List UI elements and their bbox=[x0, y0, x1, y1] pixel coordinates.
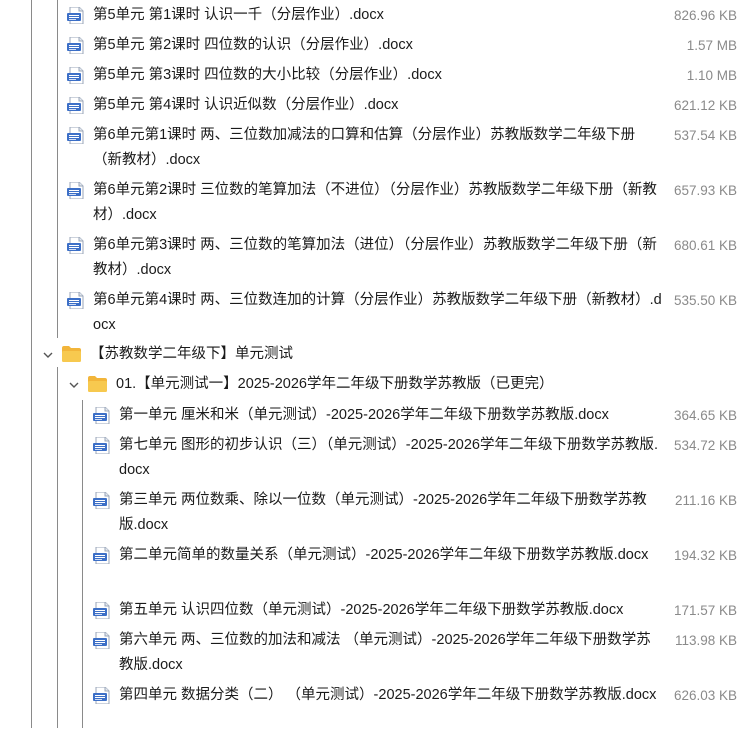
folder-row-unit-tests[interactable]: 【苏教数学二年级下】单元测试 bbox=[0, 342, 745, 368]
file-row[interactable]: 第四单元 数据分类（二） （单元测试）-2025-2026学年二年级下册数学苏教… bbox=[0, 683, 745, 733]
docx-file-icon bbox=[67, 36, 85, 55]
file-size: 1.10 MB bbox=[686, 68, 737, 83]
file-name: 第5单元 第4课时 认识近似数（分层作业）.docx bbox=[93, 97, 399, 113]
docx-file-icon bbox=[93, 546, 111, 565]
file-row[interactable]: 第5单元 第1课时 认识一千（分层作业）.docx 826.96 KB bbox=[0, 3, 745, 28]
file-row[interactable]: 第6单元第2课时 三位数的笔算加法（不进位）（分层作业）苏教版数学二年级下册（新… bbox=[0, 178, 745, 228]
file-name: 第5单元 第1课时 认识一千（分层作业）.docx bbox=[93, 7, 384, 23]
file-name: 第三单元 两位数乘、除以一位数（单元测试）-2025-2026学年二年级下册数学… bbox=[119, 492, 647, 533]
file-name: 第6单元第4课时 两、三位数连加的计算（分层作业）苏教版数学二年级下册（新教材）… bbox=[93, 292, 662, 333]
folder-row-unit-test-one[interactable]: 01.【单元测试一】2025-2026学年二年级下册数学苏教版（已更完） bbox=[0, 372, 745, 398]
docx-file-icon bbox=[93, 631, 111, 650]
file-row[interactable]: 第六单元 两、三位数的加法和减法 （单元测试）-2025-2026学年二年级下册… bbox=[0, 628, 745, 678]
docx-file-icon bbox=[67, 126, 85, 145]
file-row[interactable]: 第五单元 认识四位数（单元测试）-2025-2026学年二年级下册数学苏教版.d… bbox=[0, 598, 745, 623]
file-size: 113.98 KB bbox=[674, 633, 737, 648]
file-row[interactable]: 第6单元第1课时 两、三位数加减法的口算和估算（分层作业）苏教版数学二年级下册（… bbox=[0, 123, 745, 173]
file-size: 364.65 KB bbox=[673, 408, 737, 423]
docx-file-icon bbox=[67, 291, 85, 310]
docx-file-icon bbox=[67, 181, 85, 200]
file-size: 626.03 KB bbox=[673, 688, 737, 703]
docx-file-icon bbox=[67, 96, 85, 115]
folder-label: 01.【单元测试一】2025-2026学年二年级下册数学苏教版（已更完） bbox=[116, 376, 554, 392]
file-row[interactable]: 第6单元第4课时 两、三位数连加的计算（分层作业）苏教版数学二年级下册（新教材）… bbox=[0, 288, 745, 338]
docx-file-icon bbox=[67, 236, 85, 255]
file-row[interactable]: 第七单元 图形的初步认识（三）（单元测试）-2025-2026学年二年级下册数学… bbox=[0, 433, 745, 483]
file-name: 第6单元第3课时 两、三位数的笔算加法（进位）（分层作业）苏教版数学二年级下册（… bbox=[93, 237, 657, 278]
file-size: 537.54 KB bbox=[673, 128, 737, 143]
folder-icon bbox=[88, 376, 107, 392]
file-size: 657.93 KB bbox=[673, 183, 737, 198]
file-name: 第五单元 认识四位数（单元测试）-2025-2026学年二年级下册数学苏教版.d… bbox=[119, 602, 624, 618]
file-size: 211.16 KB bbox=[674, 493, 737, 508]
file-size: 1.57 MB bbox=[686, 38, 737, 53]
file-row[interactable]: 第5单元 第2课时 四位数的认识（分层作业）.docx 1.57 MB bbox=[0, 33, 745, 58]
docx-file-icon bbox=[93, 686, 111, 705]
file-size: 194.32 KB bbox=[673, 548, 737, 563]
file-size: 826.96 KB bbox=[673, 8, 737, 23]
file-row[interactable]: 第二单元简单的数量关系（单元测试）-2025-2026学年二年级下册数学苏教版.… bbox=[0, 543, 745, 593]
file-name: 第5单元 第2课时 四位数的认识（分层作业）.docx bbox=[93, 37, 413, 53]
file-size: 680.61 KB bbox=[673, 238, 737, 253]
folder-icon bbox=[62, 346, 81, 362]
file-row[interactable]: 第6单元第3课时 两、三位数的笔算加法（进位）（分层作业）苏教版数学二年级下册（… bbox=[0, 233, 745, 283]
file-name: 第5单元 第3课时 四位数的大小比较（分层作业）.docx bbox=[93, 67, 442, 83]
file-name: 第七单元 图形的初步认识（三）（单元测试）-2025-2026学年二年级下册数学… bbox=[119, 437, 658, 478]
file-name: 第一单元 厘米和米（单元测试）-2025-2026学年二年级下册数学苏教版.do… bbox=[119, 407, 609, 423]
file-name: 第6单元第2课时 三位数的笔算加法（不进位）（分层作业）苏教版数学二年级下册（新… bbox=[93, 182, 657, 223]
folder-label: 【苏教数学二年级下】单元测试 bbox=[90, 346, 293, 362]
docx-file-icon bbox=[93, 406, 111, 425]
file-name: 第6单元第1课时 两、三位数加减法的口算和估算（分层作业）苏教版数学二年级下册（… bbox=[93, 127, 636, 168]
file-row[interactable]: 第一单元 厘米和米（单元测试）-2025-2026学年二年级下册数学苏教版.do… bbox=[0, 403, 745, 428]
file-size: 171.57 KB bbox=[673, 603, 737, 618]
docx-file-icon bbox=[93, 601, 111, 620]
chevron-down-icon[interactable] bbox=[42, 349, 54, 361]
file-size: 621.12 KB bbox=[673, 98, 737, 113]
file-name: 第六单元 两、三位数的加法和减法 （单元测试）-2025-2026学年二年级下册… bbox=[119, 632, 651, 673]
docx-file-icon bbox=[67, 66, 85, 85]
file-row[interactable]: 第三单元 两位数乘、除以一位数（单元测试）-2025-2026学年二年级下册数学… bbox=[0, 488, 745, 538]
file-row[interactable]: 第5单元 第3课时 四位数的大小比较（分层作业）.docx 1.10 MB bbox=[0, 63, 745, 88]
file-size: 535.50 KB bbox=[673, 293, 737, 308]
docx-file-icon bbox=[67, 6, 85, 25]
file-size: 534.72 KB bbox=[673, 438, 737, 453]
file-row[interactable]: 第5单元 第4课时 认识近似数（分层作业）.docx 621.12 KB bbox=[0, 93, 745, 118]
docx-file-icon bbox=[93, 491, 111, 510]
file-name: 第四单元 数据分类（二） （单元测试）-2025-2026学年二年级下册数学苏教… bbox=[119, 687, 657, 703]
docx-file-icon bbox=[93, 436, 111, 455]
file-name: 第二单元简单的数量关系（单元测试）-2025-2026学年二年级下册数学苏教版.… bbox=[119, 547, 649, 563]
chevron-down-icon[interactable] bbox=[68, 379, 80, 391]
